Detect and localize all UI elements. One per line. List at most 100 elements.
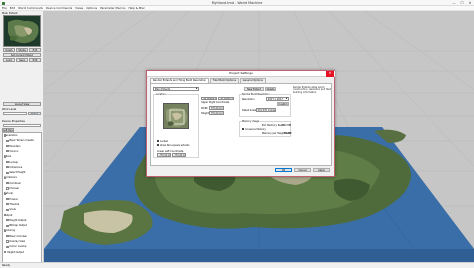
- folder-icon: [4, 192, 7, 195]
- tree-item-label: Lookup: [9, 160, 18, 164]
- tree-group[interactable]: Combiners: [4, 176, 17, 179]
- memory-group: Memory Usage Est. Memory Reqd. 593 MB Co…: [239, 119, 292, 137]
- device-icon: [6, 245, 9, 248]
- width-input[interactable]: 770.00 km: [209, 106, 224, 110]
- work-level-input[interactable]: [3, 111, 27, 116]
- tree-item[interactable]: Overlay View: [6, 240, 25, 243]
- menu-parameter-macros[interactable]: Parameter Macros: [100, 6, 125, 10]
- tree-item-label: Colour Lookup: [9, 245, 27, 249]
- upper-right-x-input[interactable]: -97.00000 km: [201, 96, 217, 101]
- set-current-extent-button[interactable]: Set Current Extent: [3, 53, 41, 57]
- tree-item[interactable]: Select Height: [6, 171, 25, 174]
- status-bar: Ready: [0, 262, 474, 268]
- tree-item-label: Height Output: [6, 250, 24, 254]
- folder-icon: [4, 134, 7, 137]
- resolution-select[interactable]: 2017 x 2017 ▼: [266, 97, 289, 101]
- device-properties-input[interactable]: [3, 123, 41, 128]
- edit-button[interactable]: Edit: [29, 58, 41, 62]
- tab-graph[interactable]: Graph: [3, 48, 15, 52]
- locked-checkbox[interactable]: Locked: [157, 140, 168, 143]
- save-button[interactable]: Save: [16, 58, 28, 62]
- tree-group[interactable]: Generators: [4, 134, 17, 137]
- allow-nonsquare-box: [157, 143, 160, 147]
- tree-item[interactable]: Snow: [6, 208, 16, 211]
- device-icon: [6, 166, 9, 169]
- tree-group[interactable]: Filters: [4, 155, 11, 158]
- detail-scale-value: 331.576 m/pixel: [256, 108, 276, 112]
- tab-edit[interactable]: Edit: [29, 48, 41, 52]
- tree-item[interactable]: Basic Coloriser: [6, 235, 27, 238]
- conserve-memory-box: [242, 127, 245, 131]
- detail-button[interactable]: Detail: [28, 111, 41, 116]
- delete-extent-button[interactable]: Delete: [265, 86, 276, 91]
- height-input[interactable]: 770.00 km: [209, 111, 224, 115]
- resolution-label: Resolution: [242, 97, 255, 101]
- render-extents-panel: Main Extents ▼ New Extent Delete Locatio…: [150, 82, 332, 166]
- upper-right-y-input[interactable]: -31.3000 km: [218, 96, 234, 101]
- folder-icon: [4, 213, 7, 217]
- device-icon: [6, 224, 9, 227]
- tree-group[interactable]: Output: [4, 214, 12, 217]
- custom-resolution-button[interactable]: Custom: [277, 102, 289, 106]
- device-icon: [6, 160, 9, 164]
- device-icon: [4, 251, 7, 254]
- chevron-down-icon: ▼: [195, 87, 198, 90]
- tree-item[interactable]: Mountain: [6, 145, 21, 148]
- menu-options[interactable]: Options: [86, 6, 97, 10]
- tree-item-label: Height Output: [9, 218, 27, 222]
- tree-item[interactable]: Erosion: [6, 198, 18, 201]
- device-icon: [6, 171, 9, 174]
- apply-button[interactable]: Apply: [313, 168, 330, 172]
- memory-per-value: 16 MB: [284, 131, 292, 135]
- device-icon: [6, 240, 9, 243]
- menu-world-commands[interactable]: World Commands: [18, 6, 43, 10]
- lower-left-x-input[interactable]: -770.00 km: [157, 153, 171, 157]
- lower-left-y-input[interactable]: -770.00 km: [172, 153, 186, 157]
- tree-item[interactable]: Voronoi: [6, 150, 18, 153]
- minimap-preview[interactable]: [3, 15, 41, 47]
- tree-item-label: Chooser: [9, 187, 20, 190]
- dialog-close-button[interactable]: ✕: [326, 71, 334, 77]
- resolution-group: Normal Build Resolution Resolution 2017 …: [239, 92, 291, 117]
- tree-item[interactable]: Height Output: [4, 251, 24, 254]
- extent-preview[interactable]: [163, 102, 189, 129]
- ok-button[interactable]: OK: [275, 168, 292, 172]
- menu-device-commands[interactable]: Device Commands: [46, 6, 72, 10]
- cancel-button[interactable]: Cancel: [294, 168, 311, 172]
- tab-shade[interactable]: Shade: [16, 48, 28, 52]
- tree-item[interactable]: Coherence: [6, 166, 22, 169]
- tree-group[interactable]: Natural: [4, 192, 13, 195]
- menu-file[interactable]: File: [2, 6, 7, 10]
- tree-item[interactable]: Lookup: [6, 161, 18, 164]
- tree-group[interactable]: Texturing: [4, 229, 15, 232]
- locked-label: Locked: [159, 139, 169, 143]
- tree-item[interactable]: Colour Lookup: [6, 245, 26, 248]
- tree-item[interactable]: Bitmap Output: [6, 224, 27, 227]
- tree-item[interactable]: Height Output: [6, 219, 26, 222]
- minimap-terrain: [4, 16, 40, 46]
- conserve-memory-checkbox[interactable]: Conserve Memory: [242, 128, 266, 131]
- device-icon: [6, 235, 9, 238]
- new-extent-button[interactable]: New Extent: [244, 86, 264, 91]
- menu-help[interactable]: Help & Misc: [128, 6, 145, 10]
- device-icon: [6, 182, 9, 185]
- allow-nonsquare-checkbox[interactable]: Allow Non-square extents: [157, 144, 189, 147]
- tree-item-label: Combiner: [9, 181, 21, 185]
- load-button[interactable]: Load: [3, 58, 15, 62]
- tree-item[interactable]: Thermal: [6, 203, 19, 206]
- device-icon: [6, 145, 9, 148]
- device-tree: Generators Basic Terrain Creator Mountain V…: [2, 132, 42, 268]
- menu-edit[interactable]: Edit: [10, 6, 15, 10]
- tree-item[interactable]: Chooser: [6, 187, 19, 190]
- menu-views[interactable]: Views: [75, 6, 83, 10]
- width-label: Width: [201, 106, 208, 110]
- tree-item[interactable]: Combiner: [6, 182, 21, 185]
- tree-item-label: Basic Coloriser: [9, 234, 28, 238]
- tree-item[interactable]: Basic Terrain Creator: [6, 139, 34, 142]
- extent-select[interactable]: Main Extents ▼: [153, 86, 199, 91]
- tree-item-label: Overlay View: [9, 240, 26, 243]
- layout-view-button[interactable]: Layout View: [3, 102, 41, 106]
- device-icon: [6, 208, 9, 211]
- folder-icon: [4, 176, 7, 179]
- status-text: Ready: [2, 264, 11, 268]
